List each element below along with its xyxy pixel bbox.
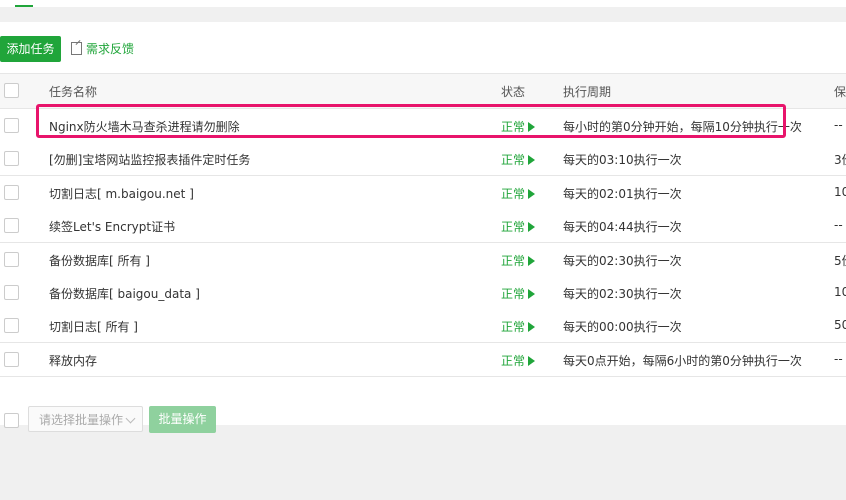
- status-label: 正常: [501, 353, 526, 368]
- task-backup: --: [834, 351, 843, 366]
- play-icon: [528, 222, 536, 233]
- task-cycle: 每天的02:01执行一次: [563, 186, 682, 201]
- play-icon: [528, 188, 536, 199]
- batch-operation-button[interactable]: 批量操作: [149, 406, 216, 433]
- task-backup: 3份: [834, 153, 846, 168]
- table-row[interactable]: 切割日志[ m.baigou.net ] 正常 每天的02:01执行一次 10: [0, 175, 846, 210]
- table-row[interactable]: 备份数据库[ 所有 ] 正常 每天的02:30执行一次 5份: [0, 242, 846, 277]
- status-label: 正常: [501, 320, 526, 335]
- task-cycle: 每小时的第0分钟开始，每隔10分钟执行一次: [563, 120, 802, 134]
- row-checkbox[interactable]: [4, 251, 19, 267]
- task-status[interactable]: 正常: [501, 118, 536, 135]
- column-header-backup: 保: [834, 85, 846, 99]
- status-label: 正常: [501, 120, 526, 134]
- task-cycle: 每天的00:00执行一次: [563, 320, 682, 335]
- play-icon: [528, 255, 536, 266]
- task-cycle: 每天0点开始，每隔6小时的第0分钟执行一次: [563, 353, 802, 368]
- status-label: 正常: [501, 287, 526, 301]
- row-checkbox[interactable]: [4, 218, 19, 234]
- task-name: 释放内存: [49, 353, 98, 368]
- task-cycle: 每天的04:44执行一次: [563, 220, 682, 235]
- task-status[interactable]: 正常: [501, 151, 536, 168]
- task-cycle: 每天的02:30执行一次: [563, 253, 682, 268]
- play-icon: [528, 289, 536, 299]
- task-status[interactable]: 正常: [501, 185, 536, 202]
- status-label: 正常: [501, 153, 526, 168]
- task-status[interactable]: 正常: [501, 318, 536, 335]
- task-name: 续签Let's Encrypt证书: [49, 220, 176, 235]
- play-icon: [528, 355, 536, 366]
- batch-operation-placeholder: 请选择批量操作: [39, 413, 124, 427]
- row-checkbox[interactable]: [4, 351, 19, 367]
- feedback-link[interactable]: 需求反馈: [71, 40, 134, 57]
- task-backup: --: [834, 118, 843, 132]
- column-header-name: 任务名称: [49, 85, 98, 99]
- task-backup: 10: [834, 285, 846, 299]
- play-icon: [528, 122, 536, 132]
- row-checkbox[interactable]: [4, 184, 19, 200]
- select-all-checkbox[interactable]: [4, 83, 19, 98]
- active-tab-indicator: [15, 5, 33, 7]
- row-checkbox[interactable]: [4, 318, 19, 334]
- task-name: 备份数据库[ 所有 ]: [49, 253, 150, 268]
- edit-icon: [71, 42, 82, 55]
- feedback-label: 需求反馈: [86, 42, 135, 56]
- task-cycle: 每天的03:10执行一次: [563, 153, 682, 168]
- task-backup: 10: [834, 184, 846, 199]
- task-backup: 5份: [834, 253, 846, 268]
- play-icon: [528, 155, 536, 166]
- task-name: 切割日志[ 所有 ]: [49, 320, 138, 335]
- row-checkbox[interactable]: [4, 285, 19, 300]
- task-status[interactable]: 正常: [501, 252, 536, 269]
- status-label: 正常: [501, 253, 526, 268]
- table-row[interactable]: [勿删]宝塔网站监控报表插件定时任务 正常 每天的03:10执行一次 3份: [0, 142, 846, 177]
- row-checkbox[interactable]: [4, 151, 19, 167]
- task-name: 切割日志[ m.baigou.net ]: [49, 186, 194, 201]
- table-row[interactable]: 释放内存 正常 每天0点开始，每隔6小时的第0分钟执行一次 --: [0, 342, 846, 377]
- cron-task-panel: 添加任务 需求反馈 任务名称 状态 执行周期 保 Nginx防火墙木马查杀进程请…: [0, 22, 846, 433]
- footer-select-all-checkbox[interactable]: [4, 413, 19, 428]
- task-cycle: 每天的02:30执行一次: [563, 287, 682, 301]
- play-icon: [528, 322, 536, 333]
- add-task-button[interactable]: 添加任务: [0, 36, 61, 62]
- column-header-cycle: 执行周期: [563, 85, 612, 99]
- row-checkbox[interactable]: [4, 118, 19, 133]
- top-tab-bar: [0, 0, 846, 7]
- table-row[interactable]: Nginx防火墙木马查杀进程请勿删除 正常 每小时的第0分钟开始，每隔10分钟执行一…: [0, 109, 846, 143]
- status-label: 正常: [501, 220, 526, 235]
- task-name: Nginx防火墙木马查杀进程请勿删除: [49, 120, 240, 134]
- chevron-down-icon: [125, 413, 136, 424]
- table-header: 任务名称 状态 执行周期 保: [0, 73, 846, 109]
- column-header-status: 状态: [501, 85, 526, 99]
- task-name: 备份数据库[ baigou_data ]: [49, 287, 200, 301]
- batch-operation-select[interactable]: 请选择批量操作: [28, 406, 143, 432]
- batch-footer: 请选择批量操作 批量操作: [0, 406, 846, 434]
- task-status[interactable]: 正常: [501, 285, 536, 302]
- status-label: 正常: [501, 186, 526, 201]
- table-row[interactable]: 切割日志[ 所有 ] 正常 每天的00:00执行一次 50: [0, 309, 846, 344]
- table-row[interactable]: 续签Let's Encrypt证书 正常 每天的04:44执行一次 --: [0, 209, 846, 244]
- task-status[interactable]: 正常: [501, 218, 536, 235]
- task-name: [勿删]宝塔网站监控报表插件定时任务: [49, 153, 251, 168]
- task-status[interactable]: 正常: [501, 352, 536, 369]
- table-row[interactable]: 备份数据库[ baigou_data ] 正常 每天的02:30执行一次 10: [0, 276, 846, 310]
- task-backup: --: [834, 218, 843, 233]
- task-backup: 50: [834, 318, 846, 333]
